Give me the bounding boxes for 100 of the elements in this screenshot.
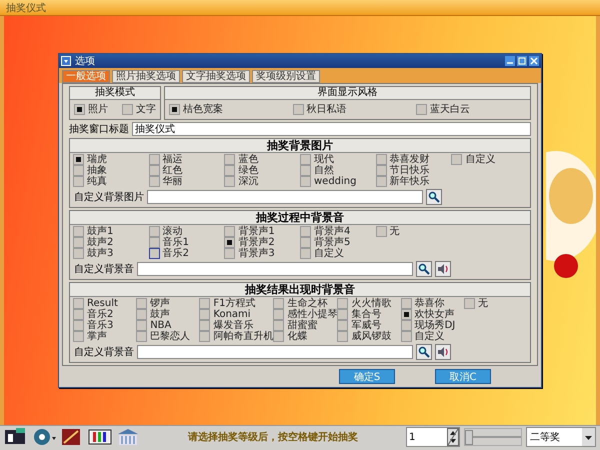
tab[interactable]: 奖项级别设置 xyxy=(252,70,320,83)
checkbox[interactable] xyxy=(73,154,84,165)
checkbox[interactable] xyxy=(148,176,160,187)
checkbox[interactable] xyxy=(169,104,180,115)
checkbox[interactable] xyxy=(224,165,236,176)
search-icon[interactable] xyxy=(426,189,442,205)
checkbox-option[interactable]: 音乐2 xyxy=(148,248,224,259)
number-spinner[interactable]: 1 xyxy=(406,427,460,447)
checkbox-option[interactable]: 背景声5 xyxy=(300,237,376,248)
checkbox-option[interactable]: 欢快女声 xyxy=(400,309,464,320)
checkbox[interactable] xyxy=(148,226,160,237)
checkbox[interactable] xyxy=(148,165,160,176)
checkbox[interactable] xyxy=(273,309,284,320)
checkbox-option[interactable]: 滚动 xyxy=(148,226,224,237)
checkbox-option[interactable]: 桔色宽案 xyxy=(169,104,223,115)
checkbox-option[interactable]: 鼓声1 xyxy=(73,226,149,237)
path-input-field[interactable] xyxy=(147,190,423,204)
checkbox[interactable] xyxy=(148,154,160,165)
dropdown-caret-icon[interactable] xyxy=(582,428,595,446)
checkbox-option[interactable]: 自定义 xyxy=(300,248,376,259)
checkbox-option[interactable]: 音乐3 xyxy=(73,320,136,331)
checkbox[interactable] xyxy=(464,298,475,309)
checkbox-option[interactable]: 文字 xyxy=(122,104,156,115)
checkbox[interactable] xyxy=(376,165,387,176)
tab[interactable]: 文字抽奖选项 xyxy=(182,70,250,83)
checkbox-option[interactable]: 集合号 xyxy=(337,309,401,320)
checkbox[interactable] xyxy=(136,320,148,331)
checkbox[interactable] xyxy=(376,176,387,187)
checkbox[interactable] xyxy=(400,331,412,342)
checkbox-option[interactable]: 蓝色 xyxy=(224,154,300,165)
checkbox-option[interactable]: 火火情歌 xyxy=(337,298,401,309)
checkbox[interactable] xyxy=(400,309,412,320)
path-input-field[interactable] xyxy=(137,262,413,276)
checkbox[interactable] xyxy=(300,165,311,176)
checkbox[interactable] xyxy=(224,154,236,165)
checkbox-option[interactable]: 纯真 xyxy=(73,176,149,187)
checkbox[interactable] xyxy=(148,248,160,259)
checkbox-option[interactable]: 照片 xyxy=(74,104,108,115)
checkbox[interactable] xyxy=(199,320,210,331)
checkbox-option[interactable]: 现代 xyxy=(300,154,376,165)
checkbox[interactable] xyxy=(73,165,84,176)
checkbox-option[interactable]: 恭喜发财 xyxy=(376,154,452,165)
speaker-icon[interactable] xyxy=(435,261,451,277)
checkbox[interactable] xyxy=(300,176,311,187)
spinner-arrows-icon[interactable] xyxy=(447,428,459,446)
checkbox-option[interactable]: 红色 xyxy=(148,165,224,176)
checkbox[interactable] xyxy=(337,298,348,309)
checkbox-option[interactable]: Result xyxy=(73,298,136,309)
checkbox[interactable] xyxy=(199,298,210,309)
checkbox-option[interactable]: 恭喜你 xyxy=(400,298,464,309)
checkbox[interactable] xyxy=(273,298,284,309)
checkbox-option[interactable]: 鼓声2 xyxy=(73,237,149,248)
maximize-icon[interactable] xyxy=(517,56,527,66)
checkbox-option[interactable]: 无 xyxy=(376,226,452,237)
search-icon[interactable] xyxy=(416,344,432,360)
checkbox[interactable] xyxy=(122,104,133,115)
checkbox-option[interactable]: 威风锣鼓 xyxy=(337,331,401,342)
path-input-field[interactable] xyxy=(137,345,413,359)
title-input-field[interactable]: 抽奖仪式 xyxy=(132,122,531,136)
prize-dropdown[interactable]: 二等奖 xyxy=(526,427,596,447)
checkbox-option[interactable]: 生命之杯 xyxy=(273,298,338,309)
checkbox[interactable] xyxy=(300,226,311,237)
checkbox-option[interactable]: Konami xyxy=(199,309,274,320)
checkbox[interactable] xyxy=(73,298,84,309)
checkbox-option[interactable]: 自定义 xyxy=(400,331,464,342)
checkbox[interactable] xyxy=(300,237,311,248)
checkbox[interactable] xyxy=(292,104,304,115)
checkbox[interactable] xyxy=(73,226,84,237)
checkbox-option[interactable]: 阿帕奇直升机 xyxy=(199,331,274,342)
checkbox[interactable] xyxy=(400,320,412,331)
checkbox-option[interactable]: wedding xyxy=(300,176,376,187)
checkbox-option[interactable]: 掌声 xyxy=(73,331,136,342)
checkbox[interactable] xyxy=(224,237,236,248)
minimize-icon[interactable] xyxy=(505,56,515,66)
checkbox-option[interactable]: 背景声4 xyxy=(300,226,376,237)
checkbox[interactable] xyxy=(73,237,84,248)
checkbox-option[interactable]: 抽象 xyxy=(73,165,149,176)
checkbox[interactable] xyxy=(273,320,284,331)
checkbox-option[interactable]: F1方程式 xyxy=(199,298,274,309)
checkbox-option[interactable]: 自定义 xyxy=(451,154,527,165)
checkbox-option[interactable]: 深沉 xyxy=(224,176,300,187)
checkbox-option[interactable]: 锣声 xyxy=(136,298,200,309)
slider-thumb[interactable] xyxy=(465,430,473,445)
checkbox-option[interactable]: 甜蜜蜜 xyxy=(273,320,338,331)
checkbox-option[interactable]: 鼓声 xyxy=(136,309,200,320)
checkbox[interactable] xyxy=(199,309,210,320)
checkbox[interactable] xyxy=(73,309,84,320)
checkbox-option[interactable]: 秋日私语 xyxy=(292,104,346,115)
menu-icon[interactable] xyxy=(61,56,71,66)
checkbox-option[interactable]: 华丽 xyxy=(148,176,224,187)
checkbox-option[interactable]: 蓝天白云 xyxy=(416,104,470,115)
checkbox-option[interactable]: 绿色 xyxy=(224,165,300,176)
checkbox[interactable] xyxy=(73,331,84,342)
checkbox[interactable] xyxy=(73,320,84,331)
checkbox[interactable] xyxy=(300,154,311,165)
checkbox[interactable] xyxy=(224,226,236,237)
close-icon[interactable] xyxy=(529,56,539,66)
checkbox-option[interactable]: 巴黎恋人 xyxy=(136,331,200,342)
checkbox[interactable] xyxy=(136,309,148,320)
search-icon[interactable] xyxy=(416,261,432,277)
